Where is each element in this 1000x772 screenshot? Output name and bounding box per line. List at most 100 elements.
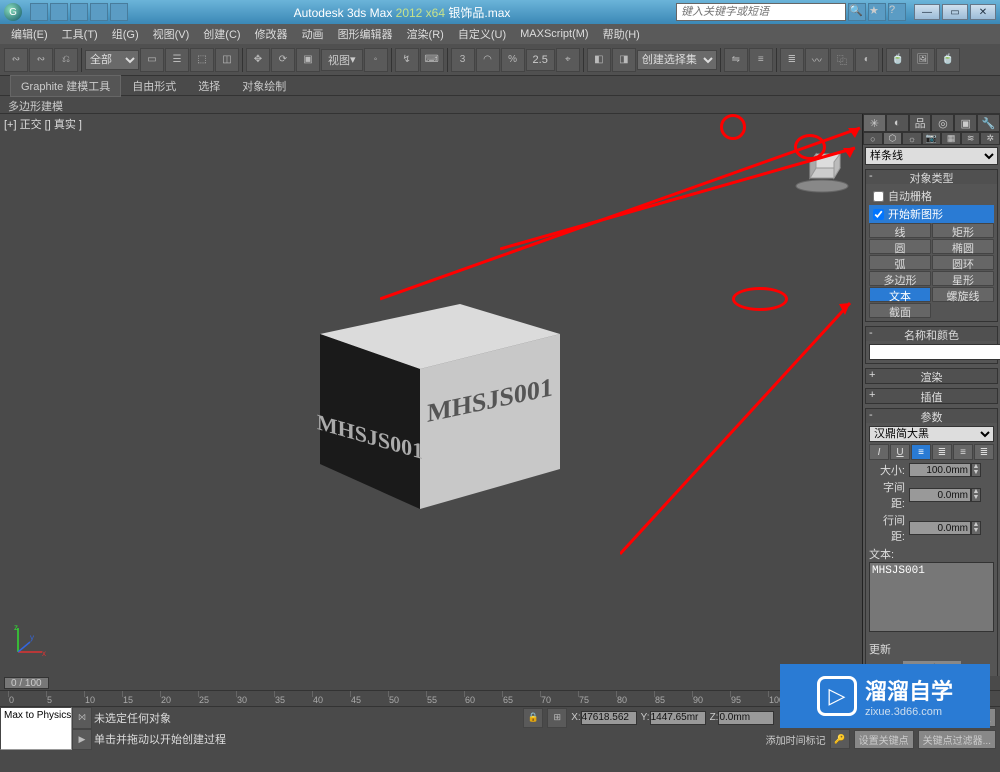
spacewarps-icon[interactable]: ≋ [961,132,981,145]
angle-snap-icon[interactable]: ◠ [476,48,500,72]
help-icon[interactable]: ★ [868,3,886,21]
hierarchy-tab-icon[interactable]: 品 [909,114,932,132]
size-input[interactable] [909,463,971,477]
select-region-icon[interactable]: ⬚ [190,48,214,72]
lock-selection-icon[interactable]: 🔒 [523,708,543,728]
spinner-icon[interactable]: ▲▼ [971,463,981,477]
coord-z[interactable] [718,711,774,725]
menu-help[interactable]: 帮助(H) [596,26,647,42]
shape-line[interactable]: 线 [869,223,931,238]
pivot-icon[interactable]: ◦ [364,48,388,72]
layers-icon[interactable]: ≣ [780,48,804,72]
snap-toggle-icon[interactable]: 3 [451,48,475,72]
shape-arc[interactable]: 弧 [869,255,931,270]
shape-ellipse[interactable]: 椭圆 [932,239,994,254]
object-name-input[interactable] [869,344,1000,360]
rollout-object-type[interactable]: -对象类型 [866,170,997,184]
maxscript-listener[interactable]: Max to Physics ( [0,707,72,750]
menu-animation[interactable]: 动画 [295,26,331,42]
time-slider-knob[interactable]: 0 / 100 [4,677,49,689]
manipulate-icon[interactable]: ↯ [395,48,419,72]
leading-input[interactable] [909,521,971,535]
time-tag[interactable]: 添加时间标记 [766,732,826,747]
select-filter[interactable]: 全部 [85,50,139,70]
named-sel-icon[interactable]: ◨ [612,48,636,72]
render-setup-icon[interactable]: 🍵 [886,48,910,72]
lights-icon[interactable]: ☼ [902,132,922,145]
rollout-params[interactable]: -参数 [866,409,997,423]
rollout-interp[interactable]: +插值 [866,389,997,403]
rollout-name-color[interactable]: -名称和颜色 [866,327,997,341]
modify-tab-icon[interactable]: ◐ [886,114,909,132]
viewcube[interactable] [792,144,852,194]
menu-grapheditors[interactable]: 图形编辑器 [331,26,400,42]
select-icon[interactable]: ▭ [140,48,164,72]
font-select[interactable]: 汉鼎简大黑 [869,426,994,442]
move-icon[interactable]: ✥ [246,48,270,72]
link-icon[interactable]: ∾ [4,48,28,72]
underline-button[interactable]: U [890,444,910,460]
close-button[interactable]: ✕ [970,4,996,20]
ribbon-tab-selection[interactable]: 选择 [187,75,231,97]
shapes-icon[interactable]: ⬡ [883,132,903,145]
italic-button[interactable]: I [869,444,889,460]
create-tab-icon[interactable]: ✳ [863,114,886,132]
coord-x[interactable] [581,711,637,725]
key-large-icon[interactable]: 🔑 [830,729,850,749]
shape-ngon[interactable]: 多边形 [869,271,931,286]
window-crossing-icon[interactable]: ◫ [215,48,239,72]
helpers-icon[interactable]: ▦ [941,132,961,145]
setkey-toggle[interactable]: 设置关键点 [854,730,914,749]
bind-icon[interactable]: ⎌ [54,48,78,72]
align-icon[interactable]: ≡ [749,48,773,72]
geometry-icon[interactable]: ○ [863,132,883,145]
menu-edit[interactable]: 编辑(E) [4,26,55,42]
kerning-input[interactable] [909,488,971,502]
viewport-label[interactable]: [+] 正交 [] 真实 ] [4,116,82,132]
utilities-tab-icon[interactable]: 🔧 [977,114,1000,132]
keymode-icon[interactable]: ⌨ [420,48,444,72]
ribbon-tab-graphite[interactable]: Graphite 建模工具 [10,75,121,97]
startnew-checkbox[interactable] [873,209,884,220]
shape-star[interactable]: 星形 [932,271,994,286]
ribbon-tab-paint[interactable]: 对象绘制 [231,75,297,97]
menu-customize[interactable]: 自定义(U) [451,26,513,42]
schematic-icon[interactable]: ⿻ [830,48,854,72]
menu-modifiers[interactable]: 修改器 [248,26,295,42]
shape-category[interactable]: 样条线 [865,147,998,165]
abs-rel-icon[interactable]: ⊞ [547,708,567,728]
align-right-button[interactable]: ≡ [953,444,973,460]
select-name-icon[interactable]: ☰ [165,48,189,72]
shape-donut[interactable]: 圆环 [932,255,994,270]
motion-tab-icon[interactable]: ◎ [931,114,954,132]
viewport[interactable]: [+] 正交 [] 真实 ] MHSJS001 MHSJS001 x z y [0,114,862,676]
menu-tools[interactable]: 工具(T) [55,26,105,42]
shape-circle[interactable]: 圆 [869,239,931,254]
maximize-button[interactable]: ▭ [942,4,968,20]
snap-icon[interactable]: ⌖ [556,48,580,72]
shape-rectangle[interactable]: 矩形 [932,223,994,238]
ribbon-tab-freeform[interactable]: 自由形式 [121,75,187,97]
tb-icon[interactable] [70,3,88,21]
render-icon[interactable]: 🍵 [936,48,960,72]
percent-snap-icon[interactable]: % [501,48,525,72]
scale-icon[interactable]: ▣ [296,48,320,72]
unlink-icon[interactable]: ∾ [29,48,53,72]
material-editor-icon[interactable]: ◐ [855,48,879,72]
search-icon[interactable]: 🔍 [848,3,866,21]
tb-icon[interactable] [90,3,108,21]
coord-y[interactable] [650,711,706,725]
align-left-button[interactable]: ≡ [911,444,931,460]
text-content[interactable]: MHSJS001 [869,562,994,632]
render-frame-icon[interactable]: 🖼 [911,48,935,72]
named-sel-icon[interactable]: ◧ [587,48,611,72]
menu-create[interactable]: 创建(C) [196,26,247,42]
menu-rendering[interactable]: 渲染(R) [400,26,451,42]
shape-text[interactable]: 文本 [869,287,931,302]
menu-group[interactable]: 组(G) [105,26,146,42]
spinner-icon[interactable]: ▲▼ [971,488,981,502]
tb-icon[interactable] [30,3,48,21]
shape-section[interactable]: 截面 [869,303,931,318]
curve-editor-icon[interactable]: 〰 [805,48,829,72]
spinner-snap[interactable]: 2.5 [526,49,555,71]
